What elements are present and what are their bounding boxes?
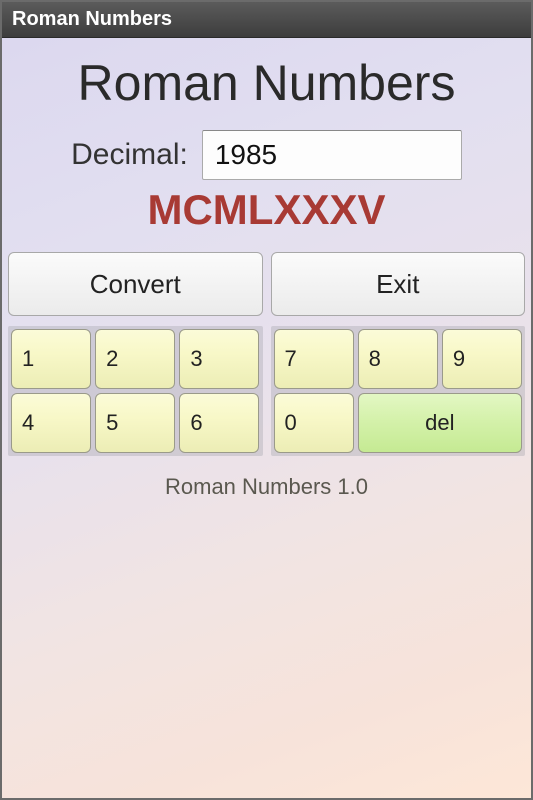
window-title: Roman Numbers: [12, 8, 172, 31]
decimal-input-row: Decimal:: [71, 130, 462, 180]
keypad: 1 2 3 4 5 6 7 8 9 0 del: [8, 326, 525, 456]
action-row: Convert Exit: [8, 252, 525, 316]
exit-button[interactable]: Exit: [271, 252, 526, 316]
key-4[interactable]: 4: [11, 393, 91, 453]
decimal-input[interactable]: [202, 130, 462, 180]
key-8[interactable]: 8: [358, 329, 438, 389]
key-2[interactable]: 2: [95, 329, 175, 389]
version-label: Roman Numbers 1.0: [165, 474, 368, 500]
keypad-left-block: 1 2 3 4 5 6: [8, 326, 263, 456]
convert-button[interactable]: Convert: [8, 252, 263, 316]
key-6[interactable]: 6: [179, 393, 259, 453]
key-7[interactable]: 7: [274, 329, 354, 389]
key-3[interactable]: 3: [179, 329, 259, 389]
decimal-label: Decimal:: [71, 138, 188, 172]
key-5[interactable]: 5: [95, 393, 175, 453]
key-1[interactable]: 1: [11, 329, 91, 389]
title-bar: Roman Numbers: [2, 2, 531, 38]
key-del[interactable]: del: [358, 393, 522, 453]
key-9[interactable]: 9: [442, 329, 522, 389]
page-title: Roman Numbers: [78, 54, 456, 112]
app-content: Roman Numbers Decimal: MCMLXXXV Convert …: [2, 38, 531, 798]
roman-output: MCMLXXXV: [147, 186, 385, 234]
keypad-right-block: 7 8 9 0 del: [271, 326, 526, 456]
key-0[interactable]: 0: [274, 393, 354, 453]
